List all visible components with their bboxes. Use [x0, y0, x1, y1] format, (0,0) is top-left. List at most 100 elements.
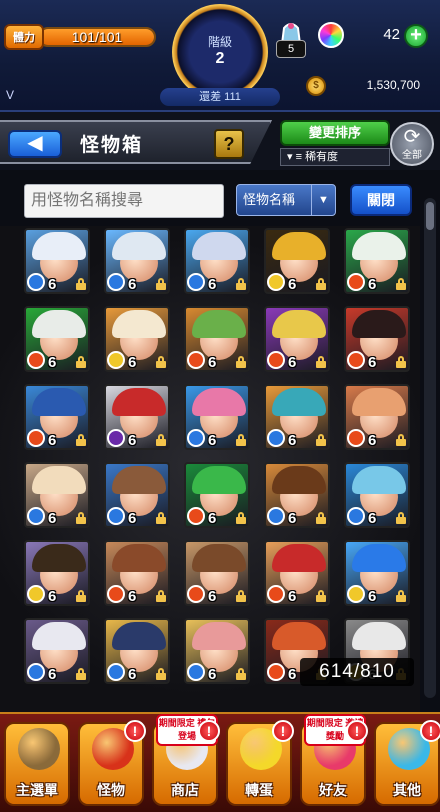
- monster-hair: [192, 622, 246, 650]
- nav-button-2[interactable]: 商店 期間限定 禮包登場!: [152, 714, 220, 806]
- monster-hair: [112, 232, 166, 260]
- monster-card[interactable]: 6: [184, 228, 250, 294]
- monster-hair: [112, 388, 166, 416]
- alert-badge: !: [198, 720, 220, 742]
- monster-card[interactable]: 6: [344, 540, 410, 606]
- monster-level: 6: [128, 666, 137, 683]
- nav-label: 好友: [319, 782, 347, 798]
- monster-card[interactable]: 6: [184, 462, 250, 528]
- monster-card[interactable]: 6: [24, 306, 90, 372]
- monster-level: 6: [48, 588, 57, 605]
- monster-card[interactable]: 6: [184, 384, 250, 450]
- monster-level: 6: [288, 354, 297, 371]
- close-search-button[interactable]: 關閉: [350, 184, 412, 216]
- monster-level: 6: [288, 432, 297, 449]
- monster-card[interactable]: 6: [264, 306, 330, 372]
- buy-orb-button[interactable]: +: [404, 24, 428, 48]
- chevron-down-icon: ▼: [311, 185, 335, 215]
- monster-hair: [352, 232, 406, 260]
- monster-card[interactable]: 6: [344, 306, 410, 372]
- monster-card[interactable]: 6: [104, 384, 170, 450]
- fire-element-icon: [347, 351, 365, 369]
- alert-badge: !: [346, 720, 368, 742]
- lock-icon: [76, 668, 86, 680]
- item-bag-count: 5: [276, 40, 306, 58]
- back-button[interactable]: ◀: [8, 130, 62, 158]
- water-element-icon: [107, 507, 125, 525]
- monster-card[interactable]: 6: [104, 228, 170, 294]
- monster-card[interactable]: 6: [264, 540, 330, 606]
- monster-card[interactable]: 6: [184, 618, 250, 684]
- monster-card[interactable]: 6: [24, 540, 90, 606]
- monster-card[interactable]: 6: [24, 618, 90, 684]
- monster-level: 6: [128, 432, 137, 449]
- monster-level: 6: [208, 354, 217, 371]
- fire-element-icon: [187, 507, 205, 525]
- monster-hair: [192, 310, 246, 338]
- page-title: 怪物箱: [80, 135, 144, 156]
- monster-hair: [272, 466, 326, 494]
- alert-badge: !: [272, 720, 294, 742]
- fire-element-icon: [27, 429, 45, 447]
- water-element-icon: [27, 273, 45, 291]
- monster-hair: [352, 310, 406, 338]
- water-element-icon: [27, 663, 45, 681]
- monster-card[interactable]: 6: [104, 540, 170, 606]
- show-all-button[interactable]: ⟳ 全部: [390, 122, 434, 166]
- nav-icon: [18, 728, 60, 770]
- change-sort-button[interactable]: 變更排序: [280, 120, 390, 146]
- monster-level: 6: [288, 276, 297, 293]
- search-mode-select[interactable]: 怪物名稱 ▼: [236, 184, 336, 216]
- lock-icon: [76, 278, 86, 290]
- lock-icon: [76, 356, 86, 368]
- nav-button-3[interactable]: 轉蛋!: [226, 720, 294, 806]
- monster-level: 6: [48, 354, 57, 371]
- water-element-icon: [267, 429, 285, 447]
- monster-card[interactable]: 6: [184, 306, 250, 372]
- scrollbar-thumb[interactable]: [426, 202, 434, 230]
- monster-hair: [192, 466, 246, 494]
- monster-card[interactable]: 6: [104, 618, 170, 684]
- monster-hair: [272, 232, 326, 260]
- monster-card[interactable]: 6: [24, 228, 90, 294]
- nav-button-5[interactable]: 其他!: [374, 720, 440, 806]
- nav-button-1[interactable]: 怪物!: [78, 720, 146, 806]
- monster-hair: [272, 622, 326, 650]
- monster-card[interactable]: 6: [344, 384, 410, 450]
- monster-card[interactable]: 6: [24, 384, 90, 450]
- monster-card[interactable]: 6: [264, 462, 330, 528]
- monster-level: 6: [208, 432, 217, 449]
- monster-card[interactable]: 6: [344, 228, 410, 294]
- sort-field-display[interactable]: ▾ ≡ 稀有度: [280, 148, 390, 166]
- bottom-nav: 主選單 怪物! 商店 期間限定 禮包登場! 轉蛋! 好友 期間限定 邀請獎勵! 其他!: [0, 712, 440, 812]
- fire-element-icon: [187, 351, 205, 369]
- lock-icon: [236, 668, 246, 680]
- monster-card[interactable]: 6: [184, 540, 250, 606]
- lock-icon: [396, 512, 406, 524]
- nav-button-4[interactable]: 好友 期間限定 邀請獎勵!: [300, 714, 368, 806]
- monster-card[interactable]: 6: [104, 306, 170, 372]
- lock-icon: [316, 278, 326, 290]
- help-button[interactable]: ?: [214, 129, 244, 159]
- monster-card[interactable]: 6: [264, 228, 330, 294]
- light-element-icon: [107, 351, 125, 369]
- monster-hair: [352, 466, 406, 494]
- monster-card[interactable]: 6: [264, 384, 330, 450]
- scrollbar-track[interactable]: [424, 198, 436, 698]
- box-count: 614/810: [300, 658, 414, 686]
- water-element-icon: [107, 273, 125, 291]
- lock-icon: [316, 590, 326, 602]
- monster-search-input[interactable]: [24, 184, 224, 218]
- lock-icon: [156, 434, 166, 446]
- search-mode-label: 怪物名稱: [243, 192, 296, 207]
- water-element-icon: [187, 429, 205, 447]
- nav-button-0[interactable]: 主選單: [4, 722, 70, 806]
- monster-card[interactable]: 6: [344, 462, 410, 528]
- lock-icon: [396, 278, 406, 290]
- monster-level: 6: [48, 510, 57, 527]
- monster-card[interactable]: 6: [104, 462, 170, 528]
- monster-card[interactable]: 6: [24, 462, 90, 528]
- rank-badge[interactable]: 階級 2: [172, 4, 268, 100]
- light-element-icon: [27, 585, 45, 603]
- dark-element-icon: [107, 429, 125, 447]
